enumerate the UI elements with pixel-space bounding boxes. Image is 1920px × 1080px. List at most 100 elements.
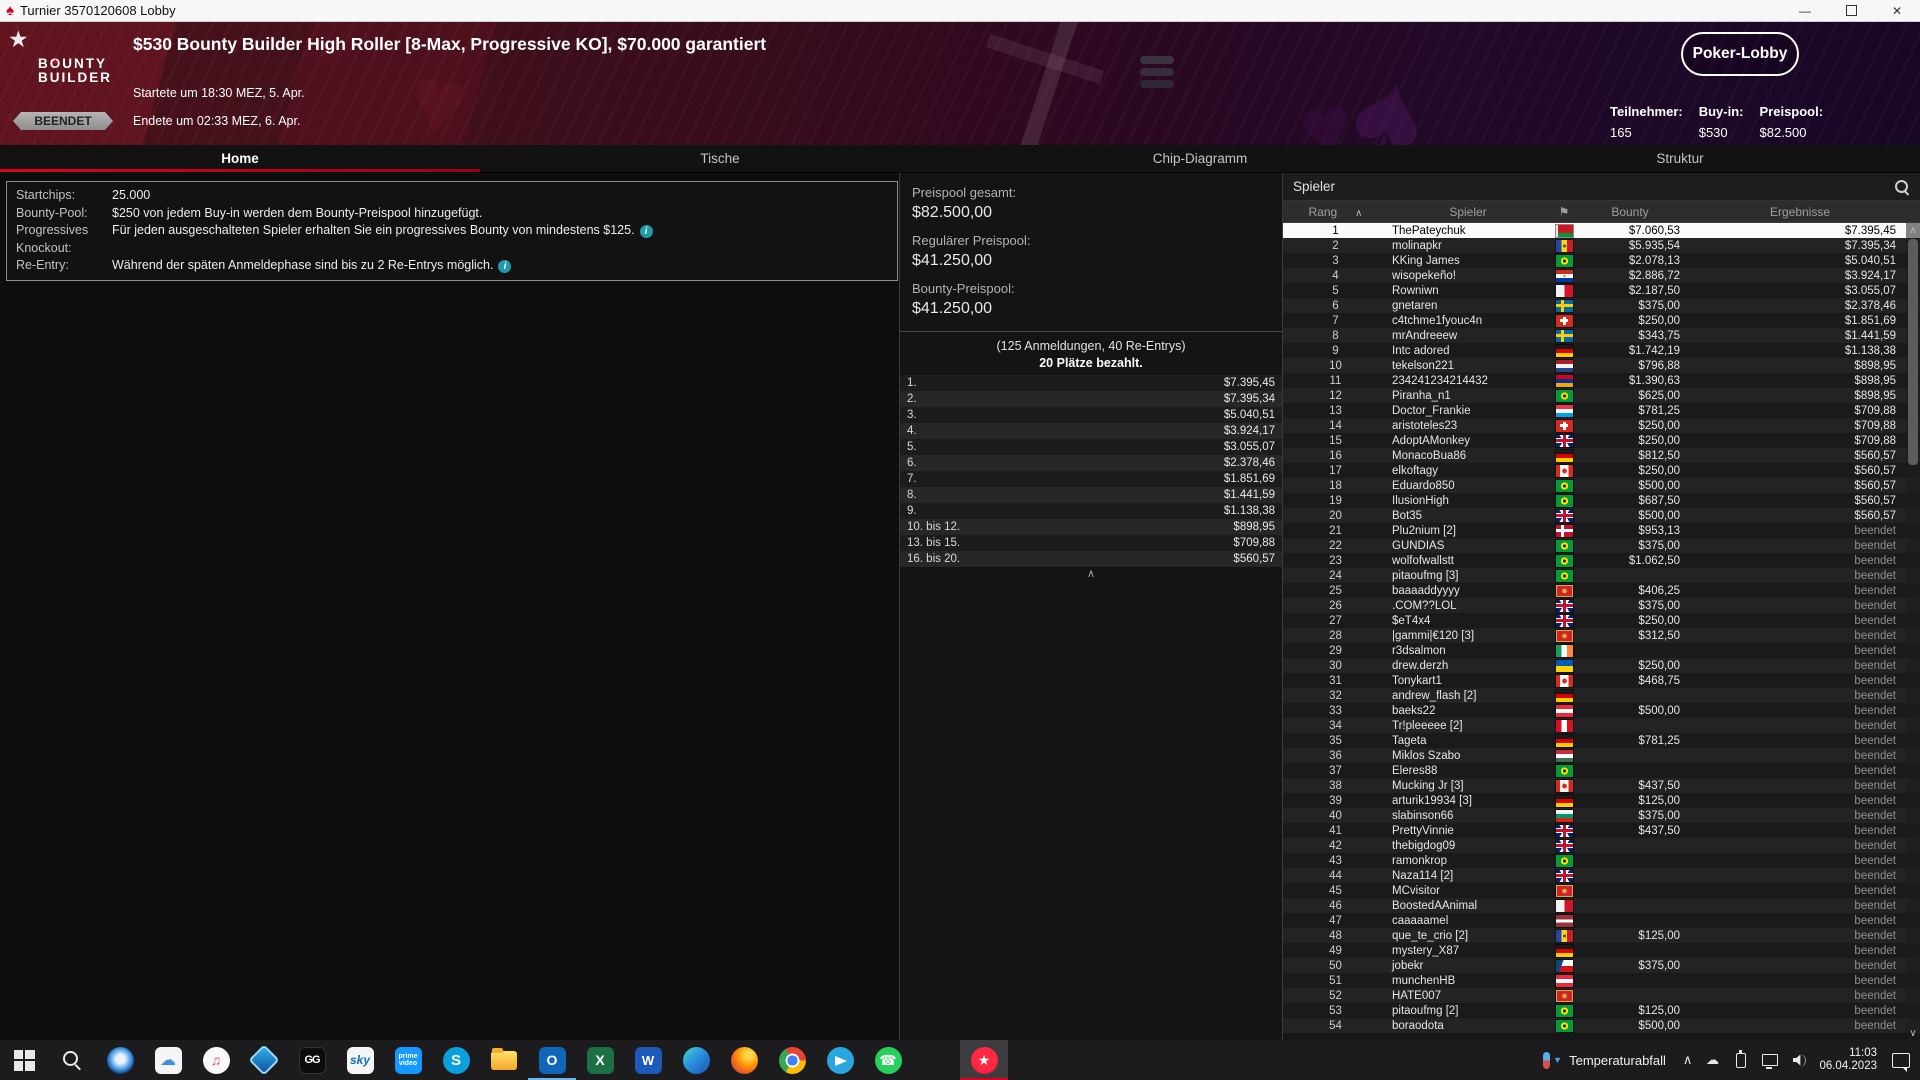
table-row[interactable]: 15AdoptAMonkey$250,00$709,88 [1283, 433, 1920, 448]
firefox-icon[interactable] [720, 1040, 768, 1080]
table-row[interactable]: 53pitaoufmg [2]$125,00beendet [1283, 1003, 1920, 1018]
table-row[interactable]: 26.COM??LOL$375,00beendet [1283, 598, 1920, 613]
table-row[interactable]: 12Piranha_n1$625,00$898,95 [1283, 388, 1920, 403]
column-header-spieler[interactable]: Spieler [1388, 205, 1548, 219]
notification-center-icon[interactable] [1892, 1053, 1910, 1068]
outlook-icon[interactable]: O [528, 1040, 576, 1080]
table-row[interactable]: 45MCvisitorbeendet [1283, 883, 1920, 898]
prime-video-icon[interactable]: primevideo [384, 1040, 432, 1080]
table-row[interactable]: 16MonacoBua86$812,50$560,57 [1283, 448, 1920, 463]
table-row[interactable]: 47caaaaamelbeendet [1283, 913, 1920, 928]
table-row[interactable]: 6gnetaren$375,00$2.378,46 [1283, 298, 1920, 313]
favorite-star-icon[interactable]: ★ [8, 26, 29, 53]
network-icon[interactable] [1761, 1051, 1779, 1069]
minimize-button[interactable]: — [1782, 0, 1828, 21]
table-row[interactable]: 30drew.derzh$250,00beendet [1283, 658, 1920, 673]
search-icon[interactable] [1894, 179, 1910, 195]
table-row[interactable]: 46BoostedAAnimalbeendet [1283, 898, 1920, 913]
search-icon[interactable] [48, 1040, 96, 1080]
table-row[interactable]: 34Tr!pleeeee [2]beendet [1283, 718, 1920, 733]
volume-icon[interactable] [1790, 1051, 1808, 1069]
table-row[interactable]: 18Eduardo850$500,00$560,57 [1283, 478, 1920, 493]
table-row[interactable]: 43ramonkropbeendet [1283, 853, 1920, 868]
telegram-icon[interactable] [816, 1040, 864, 1080]
tab-chip-diagramm[interactable]: Chip-Diagramm [960, 145, 1440, 172]
column-header-rank[interactable]: Rang∧ [1283, 205, 1388, 219]
taskbar-clock[interactable]: 11:03 06.04.2023 [1819, 1047, 1877, 1074]
scroll-up-icon[interactable]: ∧ [1906, 223, 1920, 237]
table-row[interactable]: 28|gammi|€120 [3]$312,50beendet [1283, 628, 1920, 643]
table-row[interactable]: 37Eleres88beendet [1283, 763, 1920, 778]
table-row[interactable]: 35Tageta$781,25beendet [1283, 733, 1920, 748]
close-button[interactable]: ✕ [1874, 0, 1920, 21]
table-row[interactable]: 27$eT4x4$250,00beendet [1283, 613, 1920, 628]
table-row[interactable]: 40slabinson66$375,00beendet [1283, 808, 1920, 823]
onedrive-icon[interactable]: ☁ [1703, 1051, 1721, 1069]
table-row[interactable]: 22GUNDIAS$375,00beendet [1283, 538, 1920, 553]
collapse-payouts-icon[interactable]: ∧ [900, 567, 1282, 581]
table-row[interactable]: 7c4tchme1fyouc4n$250,00$1.851,69 [1283, 313, 1920, 328]
table-row[interactable]: 31Tonykart1$468,75beendet [1283, 673, 1920, 688]
table-row[interactable]: 3KKing James$2.078,13$5.040,51 [1283, 253, 1920, 268]
chrome-icon[interactable] [768, 1040, 816, 1080]
table-row[interactable]: 44Naza114 [2]beendet [1283, 868, 1920, 883]
scroll-down-icon[interactable]: ∨ [1906, 1026, 1920, 1040]
table-row[interactable]: 50jobekr$375,00beendet [1283, 958, 1920, 973]
table-row[interactable]: 51munchenHBbeendet [1283, 973, 1920, 988]
whatsapp-icon[interactable]: ☎ [864, 1040, 912, 1080]
table-row[interactable]: 32andrew_flash [2]beendet [1283, 688, 1920, 703]
file-explorer-icon[interactable] [480, 1040, 528, 1080]
info-tooltip-icon[interactable]: i [640, 225, 653, 238]
weather-widget[interactable]: ▼ Temperaturabfall [1537, 1040, 1672, 1080]
usb-icon[interactable] [1732, 1051, 1750, 1069]
column-header-flag[interactable]: ⚑ [1548, 205, 1580, 219]
table-row[interactable]: 52HATE007beendet [1283, 988, 1920, 1003]
table-row[interactable]: 10tekelson221$796,88$898,95 [1283, 358, 1920, 373]
table-row[interactable]: 29r3dsalmonbeendet [1283, 643, 1920, 658]
players-scrollbar[interactable]: ∧ ∨ [1906, 223, 1920, 1040]
table-row[interactable]: 42thebigdog09beendet [1283, 838, 1920, 853]
table-row[interactable]: 4wisopekeño!$2.886,72$3.924,17 [1283, 268, 1920, 283]
table-row[interactable]: 8mrAndreeew$343,75$1.441,59 [1283, 328, 1920, 343]
table-row[interactable]: 36Miklos Szabobeendet [1283, 748, 1920, 763]
table-row[interactable]: 24pitaoufmg [3]beendet [1283, 568, 1920, 583]
table-row[interactable]: 19IlusionHigh$687,50$560,57 [1283, 493, 1920, 508]
tray-expand-icon[interactable]: ∧ [1683, 1052, 1693, 1068]
tab-home[interactable]: Home [0, 145, 480, 172]
excel-icon[interactable]: X [576, 1040, 624, 1080]
column-header-bounty[interactable]: Bounty [1580, 205, 1680, 219]
table-row[interactable]: 11234241234214432$1.390,63$898,95 [1283, 373, 1920, 388]
skype-icon[interactable]: S [432, 1040, 480, 1080]
start-icon[interactable] [0, 1040, 48, 1080]
table-row[interactable]: 25baaaaddyyyy$406,25beendet [1283, 583, 1920, 598]
table-row[interactable]: 49mystery_X87beendet [1283, 943, 1920, 958]
tab-tische[interactable]: Tische [480, 145, 960, 172]
pokertracker-icon[interactable] [240, 1040, 288, 1080]
table-row[interactable]: 39arturik19934 [3]$125,00beendet [1283, 793, 1920, 808]
info-tooltip-icon[interactable]: i [498, 260, 511, 273]
table-row[interactable]: 38Mucking Jr [3]$437,50beendet [1283, 778, 1920, 793]
table-row[interactable]: 17elkoftagy$250,00$560,57 [1283, 463, 1920, 478]
table-row[interactable]: 2molinapkr$5.935,54$7.395,34 [1283, 238, 1920, 253]
table-row[interactable]: 41PrettyVinnie$437,50beendet [1283, 823, 1920, 838]
column-header-ergebnisse[interactable]: Ergebnisse [1680, 205, 1920, 219]
poker-lobby-button[interactable]: Poker-Lobby [1681, 32, 1799, 76]
signal-icon[interactable] [96, 1040, 144, 1080]
table-row[interactable]: 13Doctor_Frankie$781,25$709,88 [1283, 403, 1920, 418]
table-row[interactable]: 54boraodota$500,00beendet [1283, 1018, 1920, 1033]
table-row[interactable]: 20Bot35$500,00$560,57 [1283, 508, 1920, 523]
table-row[interactable]: 23wolfofwallstt$1.062,50beendet [1283, 553, 1920, 568]
table-row[interactable]: 48que_te_crio [2]$125,00beendet [1283, 928, 1920, 943]
table-row[interactable]: 1ThePateychuk$7.060,53$7.395,45 [1283, 223, 1920, 238]
table-row[interactable]: 9Intc adored$1.742,19$1.138,38 [1283, 343, 1920, 358]
icloud-icon[interactable]: ☁ [144, 1040, 192, 1080]
table-row[interactable]: 5Rowniwn$2.187,50$3.055,07 [1283, 283, 1920, 298]
tab-struktur[interactable]: Struktur [1440, 145, 1920, 172]
table-row[interactable]: 33baeks22$500,00beendet [1283, 703, 1920, 718]
ggpoker-icon[interactable]: GG [288, 1040, 336, 1080]
table-row[interactable]: 14aristoteles23$250,00$709,88 [1283, 418, 1920, 433]
restore-button[interactable] [1828, 0, 1874, 21]
pokerstars-icon[interactable]: ★ [960, 1040, 1008, 1080]
edge-icon[interactable] [672, 1040, 720, 1080]
music-icon[interactable]: ♫ [192, 1040, 240, 1080]
